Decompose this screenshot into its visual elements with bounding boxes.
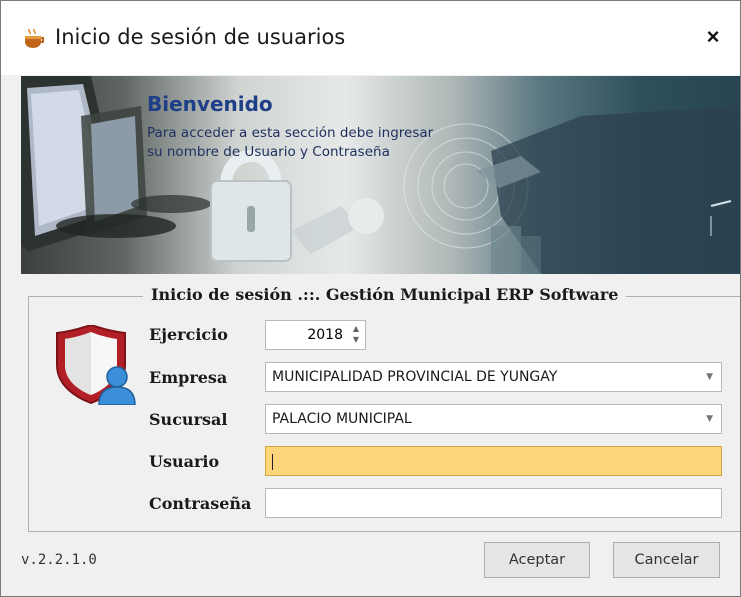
- close-button[interactable]: ×: [695, 19, 731, 55]
- chevron-down-icon[interactable]: ▼: [706, 405, 713, 433]
- usuario-label: Usuario: [149, 452, 220, 471]
- version-label: v.2.2.1.0: [21, 552, 97, 568]
- sucursal-select[interactable]: PALACIO MUNICIPAL ▼: [265, 404, 722, 434]
- spinner-up-icon[interactable]: ▲: [353, 325, 359, 333]
- coffee-cup-icon: [25, 28, 44, 48]
- spinner-down-icon[interactable]: ▼: [353, 336, 359, 344]
- accept-button[interactable]: Aceptar: [484, 542, 590, 578]
- welcome-subtitle: Para acceder a esta sección debe ingresa…: [147, 124, 507, 162]
- welcome-banner: Bienvenido Para acceder a esta sección d…: [21, 76, 740, 274]
- close-icon: ×: [706, 24, 720, 49]
- shield-user-icon: [56, 325, 136, 405]
- empresa-value: MUNICIPALIDAD PROVINCIAL DE YUNGAY: [272, 369, 558, 385]
- welcome-subtitle-line1: Para acceder a esta sección debe ingresa…: [147, 125, 434, 141]
- login-window: Inicio de sesión de usuarios × Bienvenid…: [0, 0, 741, 597]
- window-title: Inicio de sesión de usuarios: [55, 25, 346, 49]
- empresa-label: Empresa: [149, 368, 228, 387]
- sucursal-value: PALACIO MUNICIPAL: [272, 411, 412, 427]
- title-bar: Inicio de sesión de usuarios ×: [1, 1, 740, 75]
- login-group-legend: Inicio de sesión .::. Gestión Municipal …: [143, 285, 627, 304]
- empresa-select[interactable]: MUNICIPALIDAD PROVINCIAL DE YUNGAY ▼: [265, 362, 722, 392]
- ejercicio-label: Ejercicio: [149, 325, 228, 344]
- welcome-subtitle-line2: su nombre de Usuario y Contraseña: [147, 144, 390, 160]
- cancel-button[interactable]: Cancelar: [613, 542, 720, 578]
- banner-illustration: [21, 76, 740, 274]
- ejercicio-spinner[interactable]: 2018 ▲ ▼: [265, 320, 366, 350]
- usuario-input[interactable]: [265, 446, 722, 476]
- chevron-down-icon[interactable]: ▼: [706, 363, 713, 391]
- sucursal-label: Sucursal: [149, 410, 228, 429]
- contrasena-label: Contraseña: [149, 494, 252, 513]
- contrasena-input[interactable]: [265, 488, 722, 518]
- welcome-title: Bienvenido: [147, 92, 273, 116]
- ejercicio-value: 2018: [307, 327, 343, 343]
- text-caret: [272, 454, 273, 470]
